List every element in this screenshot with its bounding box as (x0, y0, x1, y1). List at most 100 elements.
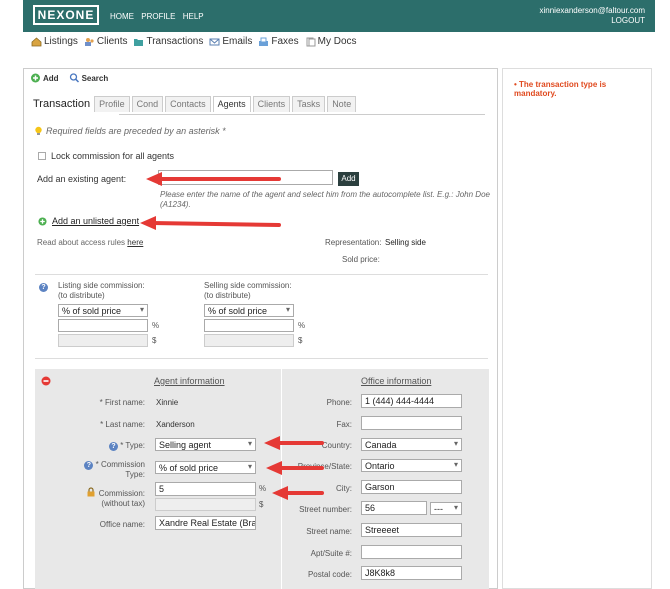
street-number-input[interactable]: 56 (361, 501, 427, 515)
search-button[interactable]: Search (69, 73, 108, 83)
nav-clients[interactable]: Clients (84, 36, 128, 47)
nav-emails[interactable]: Emails (209, 36, 252, 47)
street-suffix-select[interactable]: --- (430, 502, 462, 515)
selling-dollar-unit: $ (298, 336, 303, 345)
commission-type-label: * Commission Type: (95, 460, 145, 479)
commission-label: Commission: (98, 489, 145, 498)
postal-label: Postal code: (307, 570, 352, 579)
listing-dollar-unit: $ (152, 336, 157, 345)
apt-input[interactable] (361, 545, 462, 559)
tab-tasks[interactable]: Tasks (292, 96, 326, 112)
tab-underline (119, 114, 485, 115)
nav-faxes[interactable]: Faxes (258, 36, 299, 47)
tab-note[interactable]: Note (327, 96, 357, 112)
fax-input[interactable] (361, 416, 462, 430)
nav-home[interactable]: HOME (110, 12, 134, 21)
street-name-input[interactable]: Streeeet (361, 523, 462, 537)
apt-label: Apt/Suite #: (310, 549, 352, 558)
top-bar: NEXONE HOME PROFILE HELP xinniexanderson… (23, 0, 655, 32)
error-message: • The transaction type is mandatory. (514, 80, 624, 98)
selling-commission-percent-input[interactable] (204, 319, 294, 332)
error-message-text: The transaction type is mandatory. (514, 80, 607, 98)
listing-commission-amount-input (58, 334, 148, 347)
arrow-unlisted-agent (140, 216, 281, 230)
selling-percent-unit: % (298, 321, 306, 330)
lock-commission-checkbox[interactable] (38, 152, 46, 160)
nav-listings[interactable]: Listings (31, 36, 78, 47)
arrow-commission (272, 486, 324, 500)
last-name-label: * Last name: (100, 420, 145, 429)
transaction-panel: Add Search Transaction Profile Cond Cont… (23, 68, 498, 589)
help-icon[interactable]: ? (84, 461, 94, 470)
nav-mydocs-label: My Docs (317, 36, 357, 47)
representation-value: Selling side (385, 238, 426, 247)
nav-emails-label: Emails (222, 36, 253, 47)
fax-label: Fax: (336, 420, 352, 429)
nav-faxes-label: Faxes (271, 36, 299, 47)
nexone-logo[interactable]: NEXONE (33, 5, 99, 25)
envelope-icon (209, 38, 220, 45)
office-name-label: Office name: (99, 520, 145, 529)
tab-contacts[interactable]: Contacts (165, 96, 211, 112)
country-select[interactable]: Canada (361, 438, 462, 451)
help-icon[interactable]: ? (109, 442, 118, 451)
autocomplete-hint: Please enter the name of the agent and s… (160, 190, 490, 209)
nav-transactions[interactable]: Transactions (133, 36, 203, 47)
clients-icon (84, 37, 94, 46)
province-select[interactable]: Ontario (361, 459, 462, 472)
add-label: Add (43, 73, 59, 83)
nav-profile[interactable]: PROFILE (141, 12, 175, 21)
listing-to-distribute: (to distribute) (58, 291, 105, 300)
tab-clients[interactable]: Clients (252, 96, 291, 112)
tab-agents[interactable]: Agents (212, 96, 251, 112)
listing-percent-unit: % (152, 321, 160, 330)
nav-clients-label: Clients (96, 36, 128, 47)
commission-type-select[interactable]: % of sold price (155, 461, 256, 474)
commission-type-label-row: ? * Commission Type: (65, 460, 145, 480)
selling-commission-type-select[interactable]: % of sold price (204, 304, 294, 317)
tab-transaction[interactable]: Transaction (33, 98, 90, 112)
last-name-value: Xanderson (156, 420, 195, 429)
tab-profile[interactable]: Profile (94, 96, 130, 112)
nav-help[interactable]: HELP (183, 12, 204, 21)
help-icon[interactable]: ? (39, 283, 48, 292)
tab-cond[interactable]: Cond (131, 96, 164, 112)
house-icon (31, 36, 42, 46)
access-rules-link[interactable]: here (127, 238, 143, 247)
arrow-existing-agent (146, 172, 281, 186)
commission-percent-input[interactable]: 5 (155, 482, 256, 496)
unlisted-agent-row: Add an unlisted agent (38, 216, 139, 226)
commission-label-block: Commission: (without tax) (90, 489, 145, 509)
listing-commission-label: Listing side commission: (to distribute) (58, 281, 145, 301)
main-nav: Listings Clients Transactions Emails Fax… (31, 36, 357, 47)
selling-commission-amount-input (204, 334, 294, 347)
listing-commission-type-select[interactable]: % of sold price (58, 304, 148, 317)
first-name-value: Xinnie (156, 398, 179, 407)
representation-label: Representation: (325, 238, 382, 247)
arrow-commission-type (266, 461, 324, 475)
lock-commission-label: Lock commission for all agents (51, 151, 175, 161)
phone-input[interactable]: 1 (444) 444-4444 (361, 394, 462, 408)
lightbulb-icon (35, 126, 42, 135)
postal-input[interactable]: J8K8k8 (361, 566, 462, 580)
commission-amount-input (155, 498, 256, 511)
listing-commission-percent-input[interactable] (58, 319, 148, 332)
arrow-type (264, 436, 324, 450)
nav-listings-label: Listings (44, 36, 78, 47)
agent-type-select[interactable]: Selling agent (155, 438, 256, 451)
phone-label: Phone: (326, 398, 352, 407)
street-number-label: Street number: (299, 505, 352, 514)
add-button[interactable]: Add (30, 73, 59, 83)
remove-icon[interactable] (41, 376, 51, 386)
sub-nav: Add Search (30, 73, 108, 83)
office-name-input[interactable]: Xandre Real Estate (Bra (155, 516, 256, 530)
add-agent-button[interactable]: Add (338, 172, 359, 186)
add-unlisted-agent-link[interactable]: Add an unlisted agent (52, 216, 139, 226)
nav-mydocs[interactable]: My Docs (305, 36, 357, 47)
tab-bar: Transaction Profile Cond Contacts Agents… (33, 96, 358, 112)
required-note-text: Required fields are preceded by an aster… (46, 126, 226, 136)
city-input[interactable]: Garson (361, 480, 462, 494)
plus-icon (31, 73, 40, 83)
sold-price-label: Sold price: (342, 255, 380, 264)
logout-link[interactable]: LOGOUT (539, 16, 645, 26)
